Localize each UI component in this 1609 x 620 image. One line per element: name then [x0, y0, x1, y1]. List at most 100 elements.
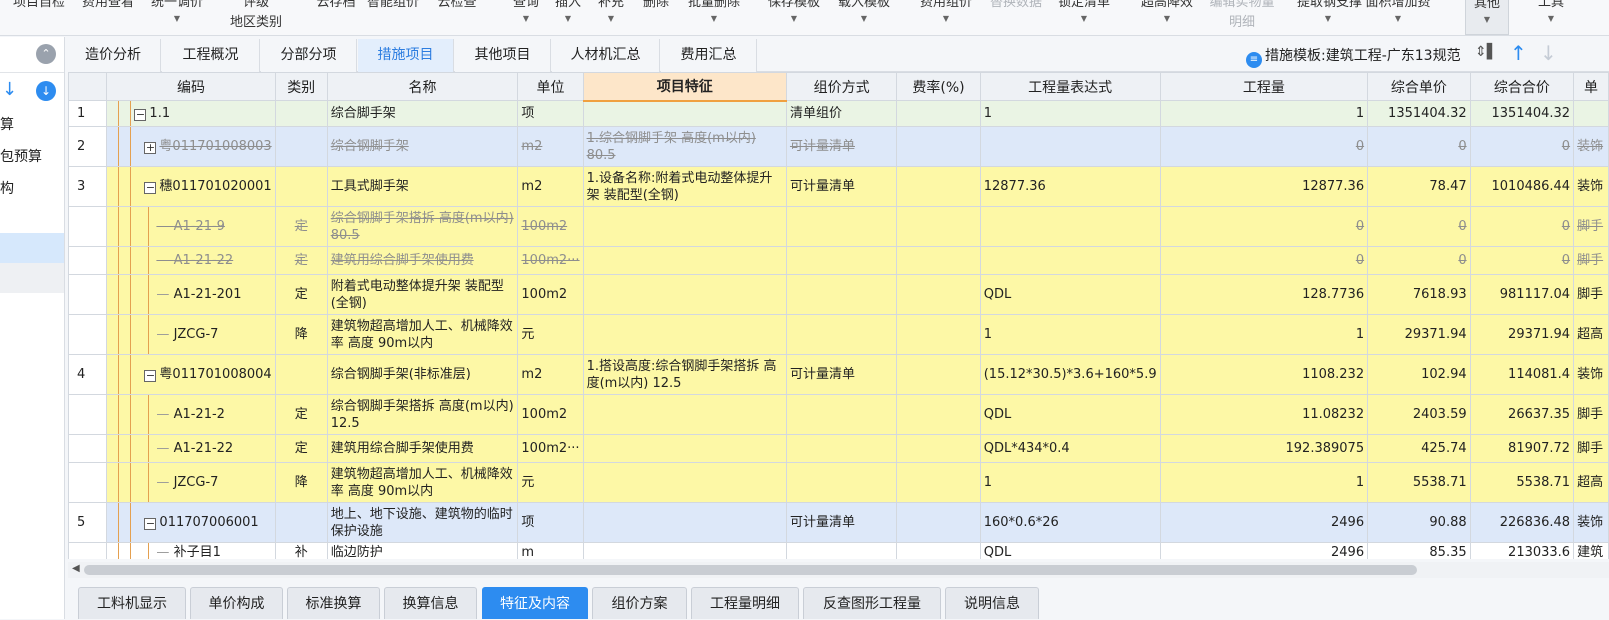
cell-total[interactable]: 114081.4	[1469, 354, 1575, 395]
cell-type[interactable]: 补	[274, 542, 328, 559]
bottom-tab[interactable]: 工程量明细	[691, 587, 799, 619]
cell-method[interactable]	[785, 542, 898, 559]
cell-type[interactable]	[274, 166, 328, 207]
cell-type[interactable]: 定	[274, 274, 328, 315]
measure-template[interactable]: ≡ 措施模板:建筑工程-广东13规范	[1246, 45, 1461, 68]
cell-unit[interactable]: m	[517, 542, 584, 559]
table-row[interactable]: 5−011707006001 地上、地下设施、建筑物的临时保护设施项可计量清单 16…	[68, 502, 1609, 543]
col-header-type[interactable]: 类别	[274, 72, 328, 101]
toolbar-button[interactable]: 费用查看	[78, 0, 138, 35]
sort-icon[interactable]: ⇕▌	[1475, 44, 1498, 60]
cell-method[interactable]	[785, 314, 898, 355]
cell-method[interactable]: 可计量清单	[785, 502, 898, 543]
toolbar-button[interactable]: 删除	[636, 0, 676, 35]
cell-rate[interactable]	[896, 166, 981, 207]
cell-qty[interactable]: 2496	[1159, 542, 1369, 559]
cell-rate[interactable]	[896, 354, 981, 395]
collapse-icon[interactable]: −	[144, 370, 157, 382]
expand-icon[interactable]: +	[144, 142, 157, 154]
col-header-unit[interactable]: 单位	[517, 72, 584, 101]
cell-feature[interactable]	[582, 274, 787, 315]
toolbar-button[interactable]: 补充 ▼	[591, 0, 631, 35]
cell-feature[interactable]: 1.综合钢脚手架 高度(m以内) 80.5	[582, 126, 787, 167]
cell-expr[interactable]: (15.12*30.5)*3.6+160*5.9	[979, 354, 1161, 395]
toolbar-button[interactable]: 云检查	[432, 0, 482, 35]
cell-extra[interactable]: 脚手	[1573, 274, 1609, 315]
cell-rate[interactable]	[896, 462, 981, 503]
cell-total[interactable]: 0	[1469, 246, 1575, 275]
cell-expr[interactable]	[979, 246, 1161, 275]
cell-expr[interactable]: QDL*434*0.4	[979, 434, 1161, 463]
cell-rate[interactable]	[896, 100, 981, 127]
toolbar-button[interactable]: 统一调价 ▼	[146, 0, 208, 35]
cell-unit[interactable]: 项	[517, 100, 584, 127]
col-header-expr[interactable]: 工程量表达式	[979, 72, 1161, 101]
tab-other-items[interactable]: 其他项目	[455, 39, 551, 72]
cell-method[interactable]	[785, 462, 898, 503]
col-header-method[interactable]: 组价方式	[785, 72, 898, 101]
cell-code[interactable]: — JZCG-7	[106, 314, 276, 355]
cell-method[interactable]	[785, 206, 898, 247]
col-header-qty[interactable]: 工程量	[1159, 72, 1369, 101]
bottom-tab[interactable]: 组价方案	[592, 587, 687, 619]
cell-qty[interactable]: 0	[1159, 206, 1369, 247]
cell-unit[interactable]: 元	[517, 462, 584, 503]
cell-price[interactable]: 2403.59	[1367, 394, 1471, 435]
cell-expr[interactable]	[979, 206, 1161, 247]
cell-unit[interactable]: 元	[517, 314, 584, 355]
cell-expr[interactable]: QDL	[979, 394, 1161, 435]
cell-code[interactable]: — JZCG-7	[106, 462, 276, 503]
cell-price[interactable]: 0	[1367, 206, 1471, 247]
toolbar-button[interactable]: 项目自检	[8, 0, 70, 35]
cell-qty[interactable]: 128.7736	[1159, 274, 1369, 315]
cell-method[interactable]: 可计量清单	[785, 354, 898, 395]
cell-total[interactable]: 1010486.44	[1469, 166, 1575, 207]
toolbar-button[interactable]: 智能组价	[362, 0, 424, 35]
cell-code[interactable]: — A1-21-201	[106, 274, 276, 315]
cell-feature[interactable]	[582, 314, 787, 355]
cell-type[interactable]	[274, 126, 328, 167]
table-row[interactable]: — A1-21-201 定附着式电动整体提升架 装配型(全钢) 100m2 QDL 12…	[68, 274, 1609, 315]
tab-project-overview[interactable]: 工程概况	[162, 39, 260, 72]
cell-rate[interactable]	[896, 274, 981, 315]
cell-feature[interactable]	[582, 100, 787, 127]
bottom-tab[interactable]: 单价构成	[190, 587, 283, 619]
cell-type[interactable]: 定	[274, 206, 328, 247]
cell-type[interactable]: 定	[274, 434, 328, 463]
cell-feature[interactable]	[582, 434, 787, 463]
cell-feature[interactable]	[582, 206, 787, 247]
cell-feature[interactable]	[582, 542, 787, 559]
tab-sub-items[interactable]: 分部分项	[261, 39, 357, 72]
cell-type[interactable]: 降	[274, 314, 328, 355]
cell-code[interactable]: — A1-21-22	[106, 434, 276, 463]
cell-unit[interactable]: m2	[517, 354, 584, 395]
cell-qty[interactable]: 192.389075	[1159, 434, 1369, 463]
table-row[interactable]: 2 + 粤011701008003 综合钢脚手架 m2 1.综合钢脚手架 高度(m以内) …	[68, 126, 1609, 167]
cell-type[interactable]	[274, 100, 328, 127]
cell-total[interactable]: 213033.6	[1469, 542, 1575, 559]
toolbar-button[interactable]: 替换数据	[985, 0, 1047, 35]
cell-name[interactable]: 临边防护	[326, 542, 519, 559]
cell-rate[interactable]	[896, 394, 981, 435]
cell-code[interactable]: −1.1	[106, 100, 276, 127]
tree-item[interactable]: 包预算	[0, 141, 64, 173]
cell-method[interactable]: 清单组价	[785, 100, 898, 127]
cell-name[interactable]: 综合钢脚手架(非标准层)	[326, 354, 519, 395]
toolbar-button[interactable]: 工具 ▼	[1528, 0, 1574, 35]
cell-type[interactable]: 降	[274, 462, 328, 503]
cell-feature[interactable]	[582, 502, 787, 543]
cell-qty[interactable]: 1	[1159, 462, 1369, 503]
cell-extra[interactable]: 脚手	[1573, 434, 1609, 463]
tab-measures[interactable]: 措施项目	[358, 39, 454, 72]
cell-rate[interactable]	[896, 542, 981, 559]
toolbar-button[interactable]: 费用组价 ▼	[915, 0, 977, 35]
cell-type[interactable]: 定	[274, 246, 328, 275]
col-header-code[interactable]: 编码	[106, 72, 276, 101]
cell-rate[interactable]	[896, 126, 981, 167]
table-row[interactable]: — 补子目1 补临边防护 m QDL 2496 85.35 213033.6 建筑	[68, 542, 1609, 559]
table-row[interactable]: — A1-21-2 定综合钢脚手架搭拆 高度(m以内) 12.5 100m2 QDL 1…	[68, 394, 1609, 435]
cell-name[interactable]: 建筑物超高增加人工、机械降效率 高度 90m以内	[326, 462, 519, 503]
cell-code[interactable]: − 粤011701008004	[106, 354, 276, 395]
collapse-icon[interactable]: ⌃	[36, 44, 56, 64]
cell-method[interactable]	[785, 274, 898, 315]
